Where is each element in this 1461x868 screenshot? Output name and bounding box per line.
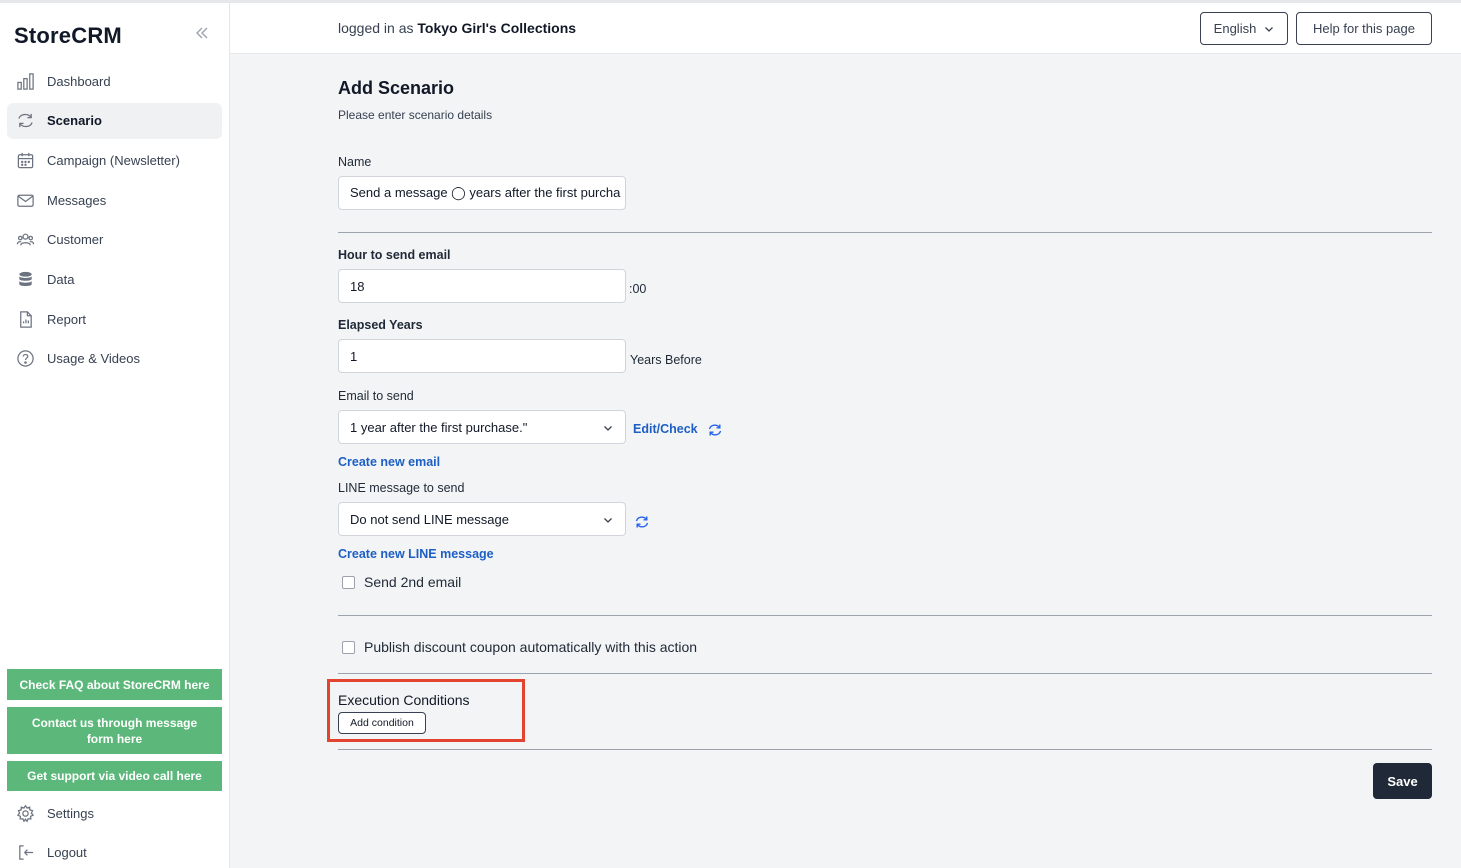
divider: [338, 615, 1432, 616]
send-2nd-email-row: Send 2nd email: [342, 574, 461, 590]
gear-icon: [15, 803, 35, 823]
help-page-button[interactable]: Help for this page: [1296, 12, 1432, 45]
chevron-down-icon: [604, 518, 612, 523]
top-header: logged in as Tokyo Girl's Collections En…: [230, 3, 1461, 54]
sidebar-item-label: Report: [47, 311, 87, 327]
sidebar-item-label: Customer: [47, 232, 104, 248]
email-select[interactable]: 1 year after the first purchase.": [338, 410, 626, 444]
page-subtitle: Please enter scenario details: [338, 108, 493, 122]
elapsed-years-suffix: Years Before: [630, 353, 702, 367]
hour-label: Hour to send email: [338, 248, 451, 262]
sidebar-item-label: Usage & Videos: [47, 351, 140, 367]
sidebar-item-data[interactable]: Data: [7, 261, 222, 297]
refresh-icon: [15, 111, 35, 131]
coupon-checkbox[interactable]: [342, 640, 355, 654]
highlight-box: [327, 679, 525, 742]
calendar-icon: [15, 150, 35, 170]
users-icon: [15, 230, 35, 250]
email-select-value: 1 year after the first purchase.": [350, 419, 528, 435]
hour-input[interactable]: 18: [338, 269, 626, 303]
chevron-down-icon: [1265, 26, 1274, 32]
divider: [338, 232, 1432, 233]
create-email-link[interactable]: Create new email: [338, 455, 440, 469]
sidebar-item-logout[interactable]: Logout: [7, 835, 222, 868]
video-call-button[interactable]: Get support via video call here: [7, 761, 222, 791]
language-select[interactable]: English: [1200, 12, 1288, 45]
edit-check-link[interactable]: Edit/Check: [633, 422, 698, 436]
envelope-icon: [15, 190, 35, 210]
divider: [338, 673, 1432, 674]
document-icon: [15, 309, 35, 329]
sidebar-item-messages[interactable]: Messages: [7, 182, 222, 218]
sidebar-item-customer[interactable]: Customer: [7, 222, 222, 258]
contact-form-button[interactable]: Contact us through message form here: [7, 707, 222, 754]
sidebar-item-label: Scenario: [47, 113, 102, 129]
sidebar-item-label: Campaign (Newsletter): [47, 152, 180, 168]
database-icon: [15, 269, 35, 289]
sidebar-item-dashboard[interactable]: Dashboard: [7, 63, 222, 99]
sidebar-item-scenario[interactable]: Scenario: [7, 102, 222, 139]
refresh-icon[interactable]: [707, 422, 723, 438]
send-2nd-email-checkbox[interactable]: [342, 575, 355, 589]
page-title: Add Scenario: [338, 78, 455, 98]
sidebar-item-label: Logout: [47, 845, 87, 861]
sidebar-item-label: Data: [47, 271, 75, 287]
coupon-label: Publish discount coupon automatically wi…: [364, 639, 698, 655]
chevron-down-icon: [604, 426, 612, 431]
language-label: English: [1213, 21, 1257, 36]
create-line-link[interactable]: Create new LINE message: [338, 547, 494, 561]
sidebar-item-campaign[interactable]: Campaign (Newsletter): [7, 142, 222, 178]
sidebar: StoreCRM Dashboard Scenario Campaign (Ne…: [0, 3, 230, 868]
elapsed-years-label: Elapsed Years: [338, 318, 423, 332]
sidebar-item-label: Dashboard: [47, 73, 111, 89]
line-select[interactable]: Do not send LINE message: [338, 502, 626, 536]
refresh-icon[interactable]: [634, 514, 650, 530]
hour-suffix: :00: [629, 282, 647, 296]
app-logo: StoreCRM: [14, 23, 122, 48]
sidebar-bottom-nav: Settings Logout: [7, 795, 222, 868]
name-input[interactable]: Send a message ◯ years after the first p…: [338, 176, 626, 210]
line-select-value: Do not send LINE message: [350, 511, 509, 527]
sidebar-item-usage[interactable]: Usage & Videos: [7, 341, 222, 377]
sidebar-item-settings[interactable]: Settings: [7, 795, 222, 831]
elapsed-years-input[interactable]: 1: [338, 339, 626, 373]
collapse-sidebar-icon[interactable]: [192, 23, 212, 43]
sidebar-item-label: Settings: [47, 805, 94, 821]
logged-in-prefix: logged in as: [338, 20, 414, 36]
name-label: Name: [338, 155, 372, 169]
coupon-row: Publish discount coupon automatically wi…: [342, 639, 697, 655]
email-label: Email to send: [338, 389, 414, 403]
logged-in-text: logged in as Tokyo Girl's Collections: [338, 20, 576, 36]
save-button[interactable]: Save: [1373, 763, 1432, 799]
logout-icon: [15, 843, 35, 863]
store-name: Tokyo Girl's Collections: [417, 20, 577, 36]
sidebar-nav: Dashboard Scenario Campaign (Newsletter)…: [7, 63, 222, 381]
faq-button[interactable]: Check FAQ about StoreCRM here: [7, 669, 222, 700]
sidebar-item-report[interactable]: Report: [7, 301, 222, 337]
sidebar-item-label: Messages: [47, 192, 107, 208]
line-label: LINE message to send: [338, 481, 465, 495]
bar-chart-icon: [15, 71, 35, 91]
help-circle-icon: [15, 349, 35, 369]
send-2nd-email-label: Send 2nd email: [364, 574, 462, 590]
divider: [338, 749, 1432, 750]
